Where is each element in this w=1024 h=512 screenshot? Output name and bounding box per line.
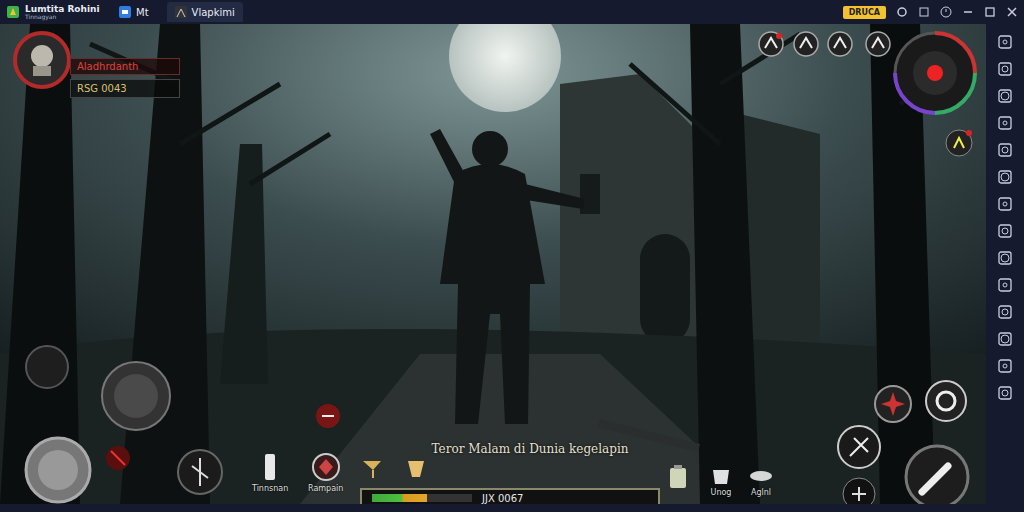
screenshot-icon[interactable]	[997, 223, 1013, 239]
blade-icon[interactable]	[104, 444, 132, 472]
small-joystick-icon[interactable]	[24, 344, 70, 390]
player-stat: RSG 0043	[70, 79, 180, 98]
emblem-icon[interactable]	[311, 452, 341, 482]
jar-icon[interactable]	[666, 464, 690, 490]
player-name: Aladhrdanth	[70, 58, 180, 75]
back-icon[interactable]	[997, 331, 1013, 347]
emulator-sidebar	[986, 24, 1024, 504]
sword-skill-icon[interactable]	[176, 448, 224, 496]
minimap-icon[interactable]	[892, 30, 978, 116]
attack-button-icon[interactable]	[904, 444, 970, 504]
pot-icon[interactable]	[708, 464, 734, 486]
inventory-item[interactable]: Aglnl	[748, 464, 774, 497]
recent-icon[interactable]	[997, 385, 1013, 401]
account-badge: DRUCA	[843, 6, 886, 19]
help-icon[interactable]	[940, 6, 952, 18]
skill-icon[interactable]	[864, 30, 892, 58]
bell-icon[interactable]	[896, 6, 908, 18]
app-title: Lumtita Rohini	[25, 5, 100, 14]
hotbar-label: Rampain	[308, 484, 343, 493]
inventory-item[interactable]: Unog	[708, 464, 734, 497]
rotate-icon[interactable]	[997, 88, 1013, 104]
health-track	[372, 494, 472, 502]
goblet-icon[interactable]	[360, 456, 384, 480]
hotbar-item[interactable]: Tinnsnan	[252, 452, 288, 493]
keyboard-icon[interactable]	[997, 169, 1013, 185]
bottom-strip	[0, 504, 1024, 512]
cup-icon[interactable]	[404, 456, 428, 480]
health-bar: JJX 0067	[360, 488, 660, 504]
location-icon[interactable]	[997, 304, 1013, 320]
app-logo-icon	[6, 5, 20, 19]
skill-icon[interactable]	[757, 30, 785, 58]
player-avatar-icon[interactable]	[12, 30, 72, 90]
hotbar-item[interactable]: Rampain	[308, 452, 343, 493]
skill-icon[interactable]	[792, 30, 820, 58]
emote-icon[interactable]	[841, 476, 877, 504]
app-brand: Lumtita RohiniTinnagyan	[6, 5, 101, 20]
expand-icon[interactable]	[997, 34, 1013, 50]
action-button-icon[interactable]	[24, 436, 92, 504]
shake-icon[interactable]	[997, 115, 1013, 131]
tab-app-icon	[175, 6, 187, 18]
window-tab[interactable]: Vlapkimi	[167, 2, 243, 22]
inventory-label: Aglnl	[751, 488, 771, 497]
maximize-icon[interactable]	[984, 6, 996, 18]
bottle-icon[interactable]	[255, 452, 285, 482]
hotbar-label: Tinnsnan	[252, 484, 288, 493]
home-icon[interactable]	[997, 358, 1013, 374]
minimize-icon[interactable]	[962, 6, 974, 18]
camera-icon[interactable]	[997, 142, 1013, 158]
joystick-icon[interactable]	[100, 360, 172, 432]
red-skill-icon[interactable]	[314, 402, 342, 430]
title-bar: Lumtita RohiniTinnagyan Mt Vlapkimi DRUCA	[0, 0, 1024, 24]
window-tab[interactable]: Mt	[111, 2, 157, 22]
burst-skill-icon[interactable]	[873, 384, 913, 424]
close-icon[interactable]	[1006, 6, 1018, 18]
inventory-label: Unog	[711, 488, 732, 497]
record-icon[interactable]	[997, 196, 1013, 212]
folder-icon[interactable]	[997, 250, 1013, 266]
game-title: Teror Malam di Dunia kegelapin	[380, 442, 680, 456]
app-subtitle: Tinnagyan	[25, 14, 100, 20]
lightning-icon[interactable]	[944, 128, 974, 158]
tab-label: Vlapkimi	[192, 7, 235, 18]
tab-label: Mt	[136, 7, 149, 18]
volume-icon[interactable]	[997, 61, 1013, 77]
skill-icon[interactable]	[826, 30, 854, 58]
screen-icon[interactable]	[918, 6, 930, 18]
tab-app-icon	[119, 6, 131, 18]
macro-icon[interactable]	[997, 277, 1013, 293]
gear-skill-icon[interactable]	[924, 379, 968, 423]
health-fill	[372, 494, 427, 502]
game-view[interactable]: Aladhrdanth RSG 0043 Tinnsnan Rampain Teror …	[0, 24, 986, 504]
health-reading: JJX 0067	[482, 493, 523, 504]
bowl-icon[interactable]	[748, 464, 774, 486]
leaf-skill-icon[interactable]	[836, 424, 882, 470]
